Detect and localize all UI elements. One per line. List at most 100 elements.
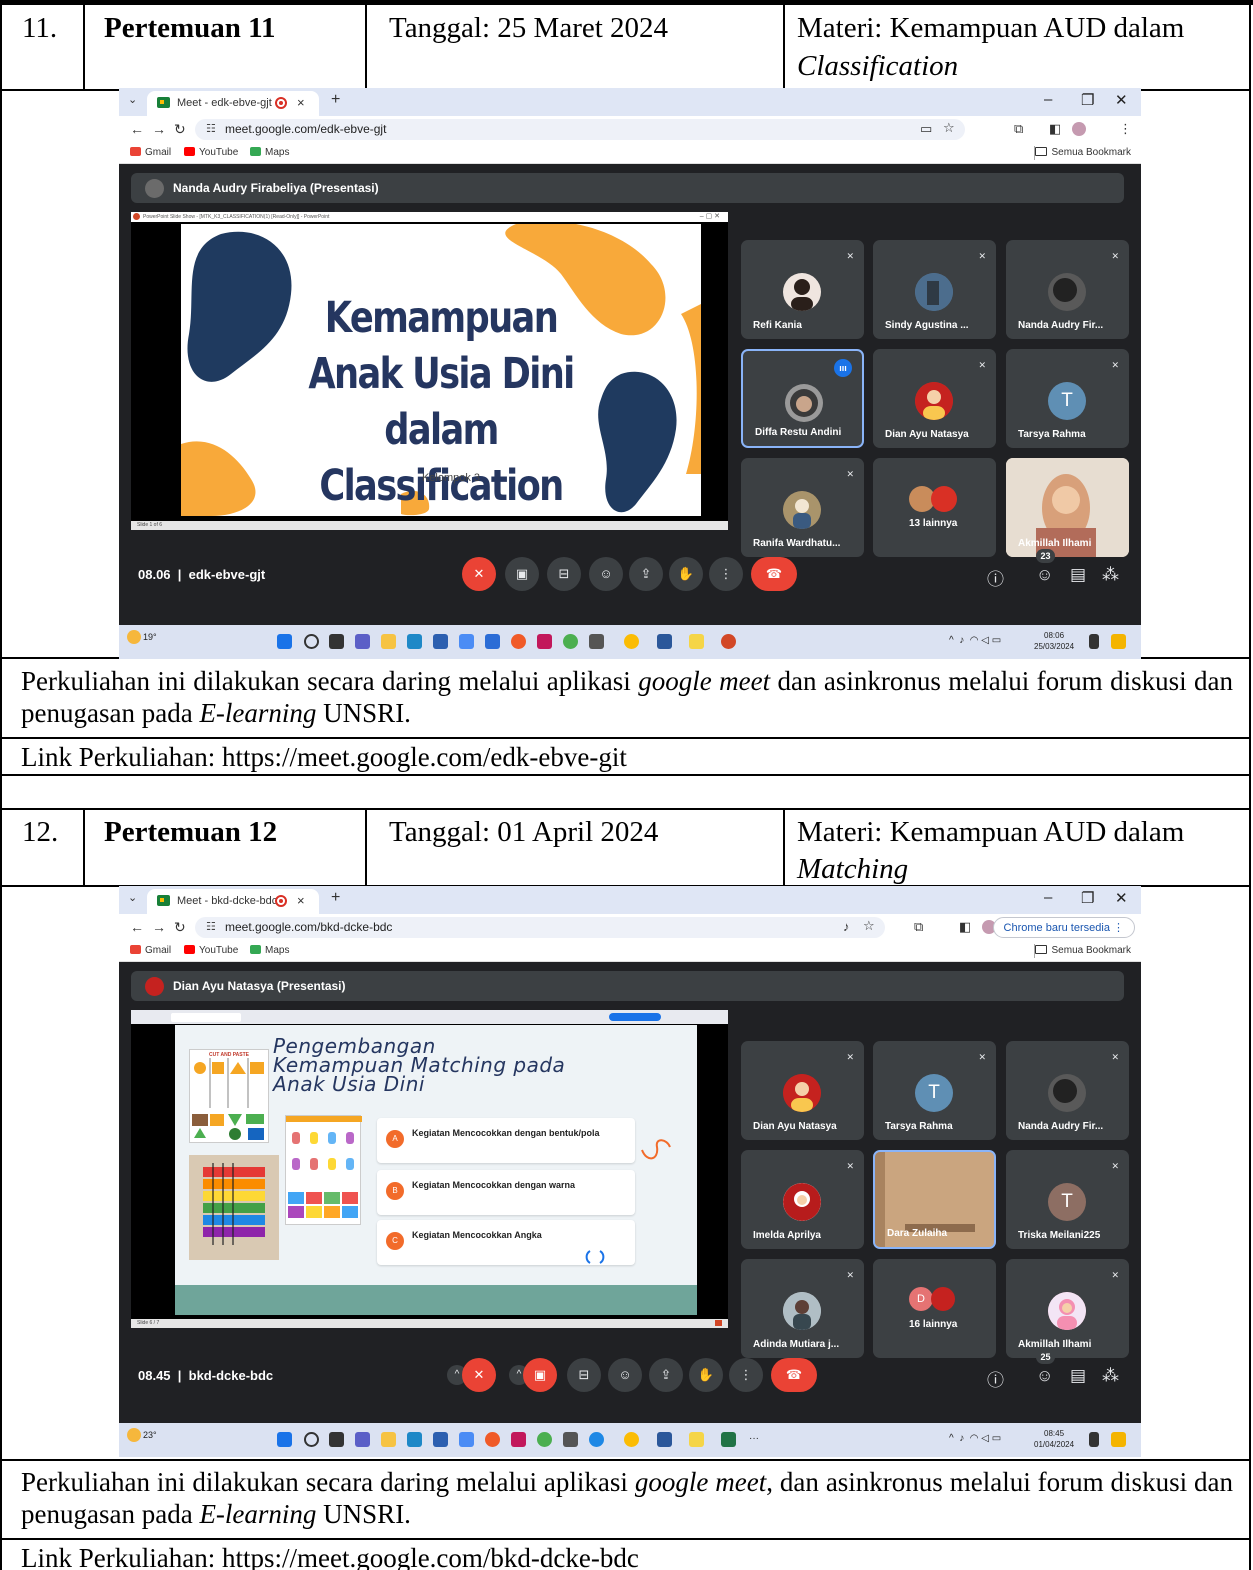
bookmark-star-icon[interactable]: ☆ <box>943 120 955 136</box>
tab-search-icon[interactable]: ⌄ <box>128 93 137 106</box>
chat-app-icon[interactable] <box>355 634 370 649</box>
participant-tile[interactable]: ✕ Dian Ayu Natasya <box>741 1041 864 1140</box>
tab-close-icon[interactable]: × <box>297 893 305 908</box>
edge-icon[interactable] <box>407 634 422 649</box>
participant-tile[interactable]: ✕ Imelda Aprilya <box>741 1150 864 1249</box>
bookmark-youtube[interactable]: YouTube <box>184 147 238 158</box>
chrome-update-button[interactable]: Chrome baru tersedia ⋮ <box>992 917 1135 938</box>
file-explorer-icon[interactable] <box>381 634 396 649</box>
back-icon[interactable]: ← <box>130 121 144 137</box>
window-close-icon[interactable]: ✕ <box>1115 91 1128 109</box>
captions-icon[interactable]: ⊟ <box>567 1358 601 1392</box>
chat-app-icon[interactable] <box>355 1432 370 1447</box>
mic-in-use-icon[interactable]: ♪ <box>843 919 850 934</box>
hand-raise-icon[interactable]: ✋ <box>689 1358 723 1392</box>
start-icon[interactable] <box>277 634 292 649</box>
app-icon[interactable] <box>589 1432 604 1447</box>
word-icon[interactable] <box>657 634 672 649</box>
system-tray-icons[interactable]: ^ ♪ ◠ ◁ ▭ <box>949 1433 1001 1444</box>
clock[interactable]: 08:06 25/03/2024 <box>1034 630 1074 652</box>
all-bookmarks[interactable]: Semua Bookmark <box>1034 945 1131 956</box>
mic-off-icon[interactable]: ✕ <box>462 557 496 591</box>
participant-tile[interactable]: ✕ Nanda Audry Fir... <box>1006 1041 1129 1140</box>
extensions-icon[interactable]: ⧉ <box>1014 121 1023 137</box>
tab-search-icon[interactable]: ⌄ <box>128 891 137 904</box>
camera-app-icon[interactable] <box>589 634 604 649</box>
clock[interactable]: 08:45 01/04/2024 <box>1034 1428 1074 1450</box>
bookmark-youtube[interactable]: YouTube <box>184 945 238 956</box>
present-icon[interactable]: ⇪ <box>629 557 663 591</box>
browser-tab[interactable]: Meet - bkd-dcke-bdc × <box>147 889 319 914</box>
activities-icon[interactable]: ⁂ <box>1102 1366 1119 1386</box>
more-options-icon[interactable]: ⋮ <box>709 557 743 591</box>
minimize-icon[interactable]: – <box>1044 91 1052 108</box>
app-icon[interactable] <box>1111 634 1126 649</box>
participant-tile[interactable]: ✕ Nanda Audry Fir... <box>1006 240 1129 339</box>
participant-tile[interactable]: ✕ T Triska Meilani225 <box>1006 1150 1129 1249</box>
profile-avatar[interactable] <box>1072 122 1086 136</box>
end-call-icon[interactable]: ☎ <box>771 1358 817 1392</box>
reload-icon[interactable]: ↻ <box>174 919 186 936</box>
tab-close-icon[interactable]: × <box>297 95 305 110</box>
minimize-icon[interactable]: – <box>1044 889 1052 906</box>
mic-off-icon[interactable]: ✕ <box>462 1358 496 1392</box>
camera-off-icon[interactable]: ▣ <box>523 1358 557 1392</box>
participant-tile[interactable]: ✕ Sindy Agustina ... <box>873 240 996 339</box>
participant-tile[interactable]: ııı Dara Zulaiha <box>873 1150 996 1249</box>
participant-tile[interactable]: ✕ T Tarsya Rahma <box>873 1041 996 1140</box>
app-icon[interactable] <box>459 1432 474 1447</box>
people-icon[interactable]: ☺ <box>1036 565 1053 585</box>
restore-icon[interactable]: ❐ <box>1081 91 1094 109</box>
task-view-icon[interactable] <box>329 1432 344 1447</box>
new-tab-icon[interactable]: + <box>331 889 340 907</box>
activities-icon[interactable]: ⁂ <box>1102 565 1119 585</box>
url-field[interactable]: ☷ meet.google.com/bkd-dcke-bdc ♪ ☆ <box>195 917 885 938</box>
notification-icon[interactable] <box>1089 634 1099 649</box>
present-icon[interactable]: ⇪ <box>649 1358 683 1392</box>
file-explorer-icon[interactable] <box>381 1432 396 1447</box>
store-icon[interactable] <box>433 634 448 649</box>
reload-icon[interactable]: ↻ <box>174 121 186 138</box>
task-view-icon[interactable] <box>329 634 344 649</box>
app-icon[interactable] <box>1111 1432 1126 1447</box>
notification-icon[interactable] <box>1089 1432 1099 1447</box>
edge-icon[interactable] <box>407 1432 422 1447</box>
powerpoint-icon[interactable] <box>721 634 736 649</box>
weather-widget[interactable]: 23° <box>127 1428 157 1442</box>
store-icon[interactable] <box>433 1432 448 1447</box>
forward-icon[interactable]: → <box>152 121 166 137</box>
notepad-icon[interactable] <box>689 1432 704 1447</box>
site-settings-icon[interactable]: ☷ <box>206 920 216 933</box>
all-bookmarks[interactable]: Semua Bookmark <box>1034 147 1131 158</box>
word-icon[interactable] <box>657 1432 672 1447</box>
forward-icon[interactable]: → <box>152 919 166 935</box>
hand-raise-icon[interactable]: ✋ <box>669 557 703 591</box>
search-icon[interactable] <box>304 1432 319 1447</box>
extensions-icon[interactable]: ⧉ <box>914 919 923 935</box>
end-call-icon[interactable]: ☎ <box>751 557 797 591</box>
app-icon[interactable] <box>511 1432 526 1447</box>
firefox-icon[interactable] <box>511 634 526 649</box>
app-icon[interactable] <box>485 634 500 649</box>
chrome-menu-icon[interactable]: ⋮ <box>1119 121 1132 137</box>
emoji-icon[interactable]: ☺ <box>608 1358 642 1392</box>
firefox-icon[interactable] <box>485 1432 500 1447</box>
camera-in-use-icon[interactable]: ▭ <box>920 121 932 137</box>
bookmark-maps[interactable]: Maps <box>250 945 289 956</box>
url-field[interactable]: ☷ meet.google.com/edk-ebve-gjt ▭ ☆ <box>195 119 965 140</box>
emoji-icon[interactable]: ☺ <box>589 557 623 591</box>
browser-tab[interactable]: Meet - edk-ebve-gjt × <box>147 91 319 116</box>
bookmark-maps[interactable]: Maps <box>250 147 289 158</box>
chat-icon[interactable]: ▤ <box>1070 565 1086 585</box>
bookmark-gmail[interactable]: Gmail <box>130 147 171 158</box>
app-icon[interactable] <box>537 1432 552 1447</box>
chat-icon[interactable]: ▤ <box>1070 1366 1086 1386</box>
participant-tile[interactable]: ııı Diffa Restu Andini <box>741 349 864 448</box>
captions-icon[interactable]: ⊟ <box>547 557 581 591</box>
new-tab-icon[interactable]: + <box>331 91 340 109</box>
camera-app-icon[interactable] <box>563 1432 578 1447</box>
bookmark-gmail[interactable]: Gmail <box>130 945 171 956</box>
excel-icon[interactable] <box>721 1432 736 1447</box>
app-icon[interactable] <box>537 634 552 649</box>
side-panel-icon[interactable]: ◧ <box>1049 121 1061 137</box>
